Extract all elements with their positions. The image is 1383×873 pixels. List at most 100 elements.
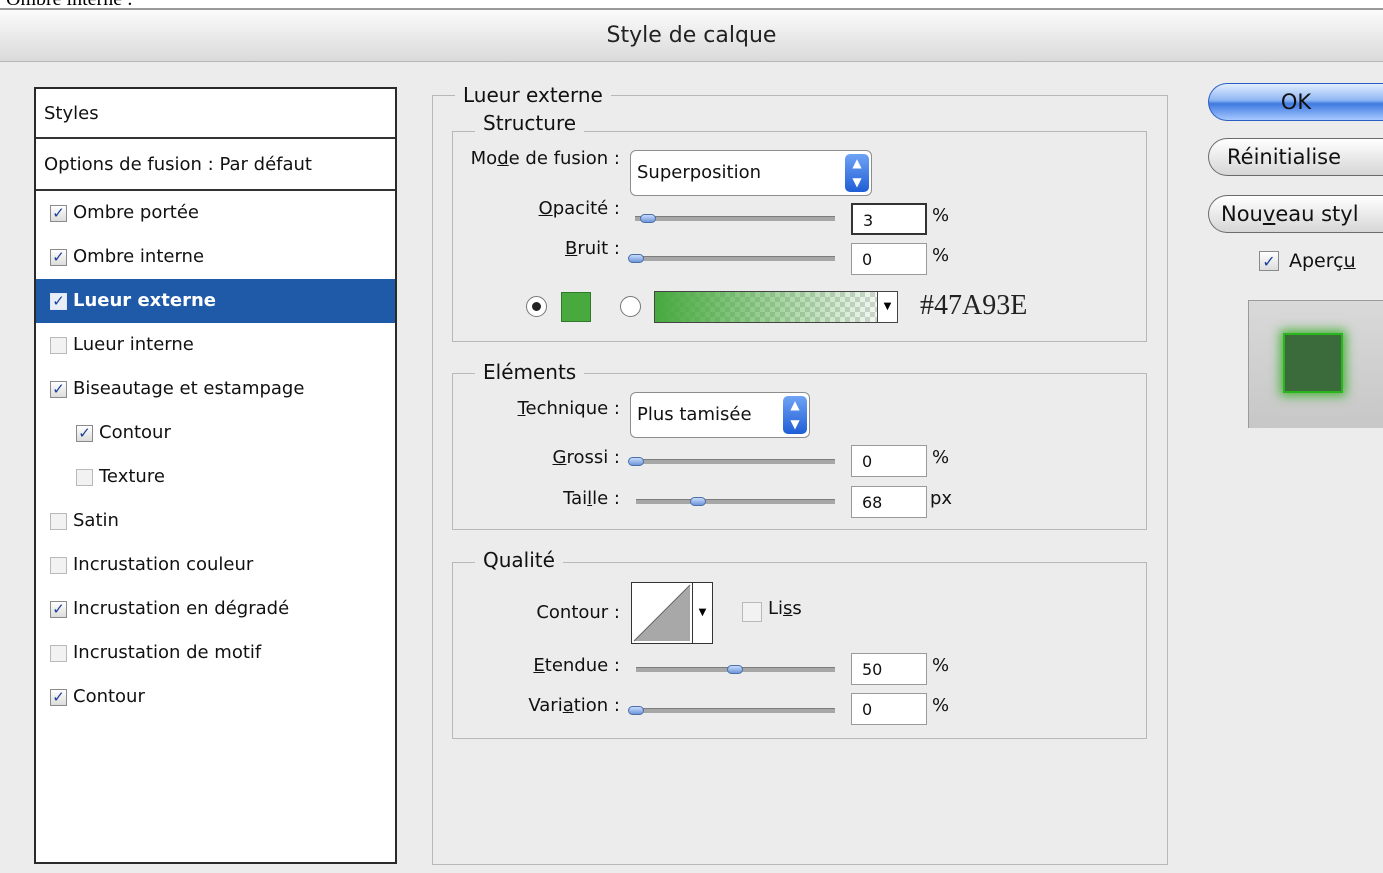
jitter-label: Variation :: [528, 695, 620, 716]
solid-color-radio[interactable]: [526, 296, 547, 317]
opacity-label: Opacité :: [538, 198, 620, 219]
checked-checkbox[interactable]: ✓: [50, 688, 67, 706]
style-item[interactable]: Texture: [36, 455, 395, 499]
outer-glow-title: Lueur externe: [455, 83, 611, 107]
blend-mode-value: Superposition: [637, 162, 762, 183]
range-input[interactable]: 50: [851, 653, 927, 685]
new-style-button[interactable]: Nouveau styl: [1208, 195, 1383, 233]
preview-checkbox[interactable]: ✓: [1259, 251, 1279, 271]
opacity-unit: %: [932, 205, 950, 226]
style-item[interactable]: Satin: [36, 499, 395, 543]
checked-checkbox[interactable]: ✓: [50, 380, 67, 398]
checked-checkbox[interactable]: ✓: [50, 292, 67, 310]
range-unit: %: [932, 655, 950, 676]
style-item[interactable]: ✓ Contour: [36, 411, 395, 455]
technique-select[interactable]: Plus tamisée ▲ ▼: [630, 392, 810, 438]
spread-input[interactable]: 0: [851, 445, 927, 477]
elements-title: Eléments: [475, 360, 585, 384]
checked-checkbox[interactable]: ✓: [50, 248, 67, 266]
reset-button[interactable]: Réinitialise: [1208, 138, 1383, 176]
unchecked-checkbox[interactable]: [50, 336, 67, 354]
style-item-label: Contour: [99, 422, 171, 443]
checked-checkbox[interactable]: ✓: [50, 204, 67, 222]
unchecked-checkbox[interactable]: [76, 468, 93, 486]
style-item-label: Incrustation de motif: [73, 642, 262, 663]
spinner-arrows-icon: ▲ ▼: [845, 154, 869, 192]
dropdown-arrow-icon[interactable]: ▼: [877, 292, 897, 322]
range-slider-thumb[interactable]: [727, 665, 743, 674]
gradient-picker[interactable]: [654, 291, 898, 323]
contour-curve-icon: [633, 584, 691, 642]
noise-input[interactable]: 0: [851, 243, 927, 275]
style-item-label: Biseautage et estampage: [73, 378, 305, 399]
style-item[interactable]: ✓ Contour: [36, 675, 395, 719]
unchecked-checkbox[interactable]: [50, 512, 67, 530]
technique-value: Plus tamisée: [637, 404, 752, 425]
style-item-label: Incrustation couleur: [73, 554, 254, 575]
style-item-label: Lueur interne: [73, 334, 194, 355]
preview-label: Aperçu: [1289, 250, 1356, 272]
style-item[interactable]: ✓ Lueur externe: [36, 279, 395, 323]
jitter-slider-thumb[interactable]: [628, 706, 644, 715]
dialog-title: Style de calque: [606, 23, 777, 48]
blend-mode-select[interactable]: Superposition ▲ ▼: [630, 150, 872, 196]
checked-checkbox[interactable]: ✓: [50, 600, 67, 618]
jitter-slider[interactable]: [630, 708, 835, 713]
checked-checkbox[interactable]: ✓: [76, 424, 93, 442]
spread-slider-thumb[interactable]: [628, 457, 644, 466]
jitter-input[interactable]: 0: [851, 693, 927, 725]
size-label: Taille :: [563, 488, 620, 509]
layer-style-dialog: Style de calque Styles Options de fusion…: [0, 8, 1383, 873]
style-preview: [1248, 300, 1383, 428]
style-item-label: Texture: [99, 466, 165, 487]
dropdown-arrow-icon[interactable]: ▼: [692, 583, 712, 643]
size-slider-thumb[interactable]: [690, 497, 706, 506]
preview-sample: [1283, 333, 1343, 393]
styles-header[interactable]: Styles: [36, 89, 395, 139]
smooth-label: Liss: [768, 598, 802, 619]
noise-slider[interactable]: [630, 256, 835, 261]
size-slider[interactable]: [636, 499, 835, 504]
style-item-label: Contour: [73, 686, 145, 707]
style-item[interactable]: Lueur interne: [36, 323, 395, 367]
style-item[interactable]: ✓ Ombre interne: [36, 235, 395, 279]
reset-button-label: Réinitialise: [1227, 145, 1342, 169]
style-item[interactable]: Incrustation couleur: [36, 543, 395, 587]
size-input[interactable]: 68: [851, 486, 927, 518]
style-item[interactable]: Incrustation de motif: [36, 631, 395, 675]
spread-slider[interactable]: [630, 459, 835, 464]
contour-label: Contour :: [536, 602, 620, 623]
smooth-checkbox[interactable]: [742, 602, 762, 622]
jitter-unit: %: [932, 695, 950, 716]
gradient-radio[interactable]: [620, 296, 641, 317]
quality-title: Qualité: [475, 548, 563, 572]
new-style-button-label: Nouveau styl: [1221, 202, 1359, 226]
style-items: ✓ Ombre portée ✓ Ombre interne ✓ Lueur extern…: [36, 191, 395, 719]
glow-color-swatch[interactable]: [561, 292, 591, 322]
opacity-slider-thumb[interactable]: [640, 214, 656, 223]
noise-slider-thumb[interactable]: [628, 254, 644, 263]
size-unit: px: [930, 488, 953, 509]
opacity-input[interactable]: 3: [851, 203, 927, 235]
style-item[interactable]: ✓ Incrustation en dégradé: [36, 587, 395, 631]
opacity-slider[interactable]: [635, 216, 835, 221]
contour-picker[interactable]: ▼: [631, 582, 713, 644]
style-item[interactable]: ✓ Biseautage et estampage: [36, 367, 395, 411]
style-item-label: Incrustation en dégradé: [73, 598, 290, 619]
noise-label: Bruit :: [564, 238, 620, 259]
unchecked-checkbox[interactable]: [50, 556, 67, 574]
noise-unit: %: [932, 245, 950, 266]
technique-label: Technique :: [517, 398, 620, 419]
unchecked-checkbox[interactable]: [50, 644, 67, 662]
ok-button[interactable]: OK: [1208, 83, 1383, 121]
style-item[interactable]: ✓ Ombre portée: [36, 191, 395, 235]
style-item-label: Lueur externe: [73, 290, 216, 311]
blend-options-item[interactable]: Options de fusion : Par défaut: [36, 141, 395, 191]
style-item-label: Satin: [73, 510, 119, 531]
spread-unit: %: [932, 447, 950, 468]
style-item-label: Ombre portée: [73, 202, 199, 223]
dialog-titlebar: Style de calque: [0, 10, 1383, 62]
spinner-arrows-icon: ▲ ▼: [783, 396, 807, 434]
spread-label: Grossi :: [552, 447, 620, 468]
color-hex-value: #47A93E: [920, 290, 1028, 321]
